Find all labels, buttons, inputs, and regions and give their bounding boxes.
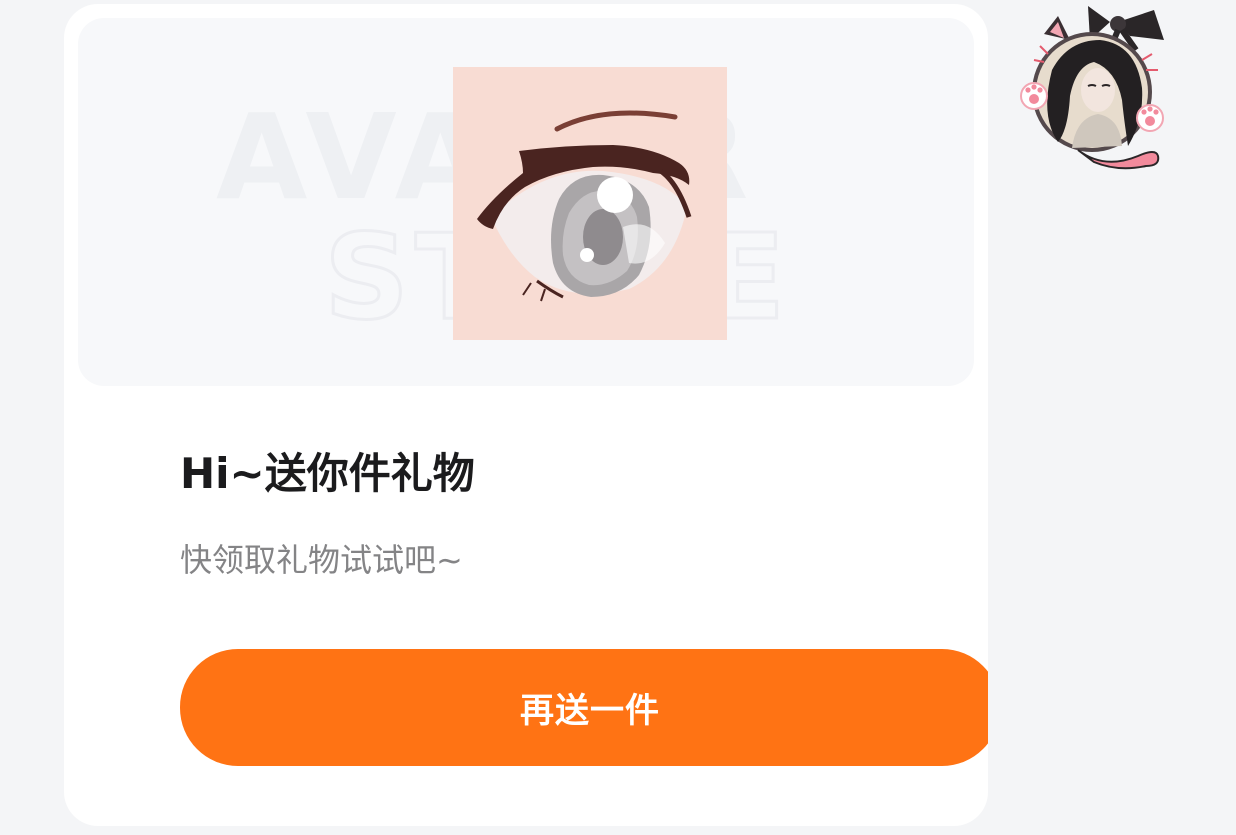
cat-ear-avatar-frame-icon	[1020, 6, 1164, 170]
gift-image[interactable]	[453, 67, 727, 340]
gift-subtitle: 快领取礼物试试吧~	[180, 541, 463, 579]
gift-message-card[interactable]: AVATAR STORE Hi~送你件	[64, 4, 988, 826]
send-again-button[interactable]: 再送一件	[180, 649, 988, 766]
sender-avatar[interactable]	[1018, 0, 1174, 176]
chat-page: AVATAR STORE Hi~送你件	[0, 0, 1236, 835]
gift-title: Hi~送你件礼物	[180, 449, 475, 498]
